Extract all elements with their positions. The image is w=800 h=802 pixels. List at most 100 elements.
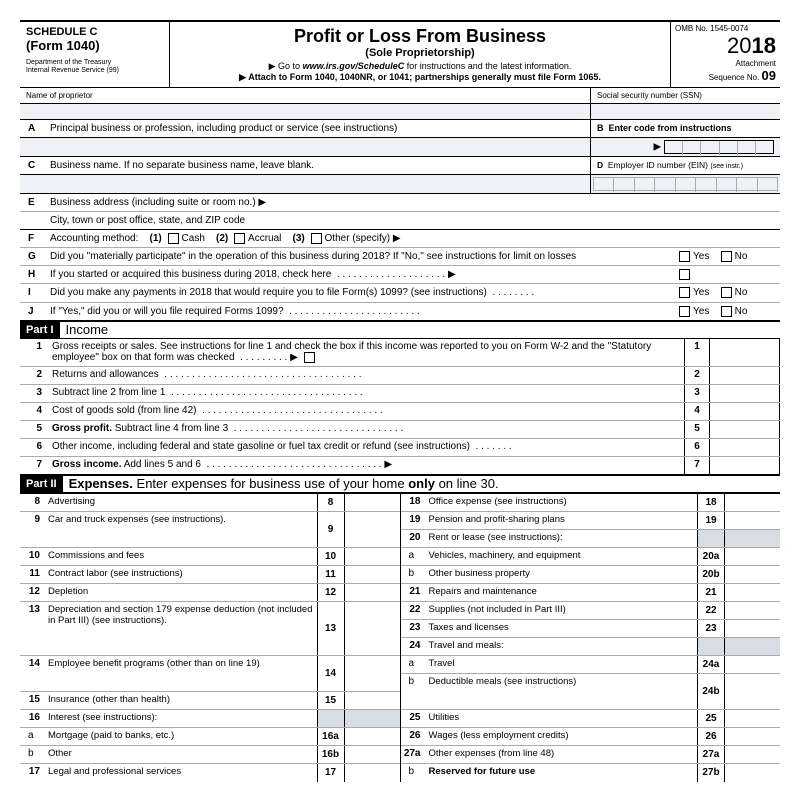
line-1-checkbox[interactable] [304, 352, 315, 363]
g-yes-checkbox[interactable] [679, 251, 690, 262]
expense-line-20a: aVehicles, machinery, and equipment20a [401, 548, 781, 566]
amount-18[interactable] [725, 494, 780, 511]
expense-line-24: 24Travel and meals: [401, 638, 781, 656]
amount-27b[interactable] [725, 764, 780, 782]
amount- [345, 710, 400, 727]
expense-line-18: 18Office expense (see instructions)18 [401, 494, 781, 512]
line-j-text: If "Yes," did you or will you file requi… [44, 303, 670, 320]
ein-input[interactable] [590, 175, 780, 193]
line-7-amount[interactable] [710, 457, 780, 474]
amount-13[interactable] [345, 602, 400, 655]
expense-line-27b: bReserved for future use27b [401, 764, 781, 782]
amount-25[interactable] [725, 710, 780, 727]
line-3-amount[interactable] [710, 385, 780, 402]
schedule-c-form: SCHEDULE C (Form 1040) Department of the… [20, 20, 780, 782]
amount-24b[interactable] [725, 674, 780, 709]
part-2-header: Part II Expenses. Enter expenses for bus… [20, 475, 780, 493]
expense-line-24a: aTravel24a [401, 656, 781, 674]
amount-24a[interactable] [725, 656, 780, 673]
line-3-desc: Subtract line 2 from line 1 . . . . . . … [48, 385, 684, 402]
expense-line-15: 15Insurance (other than health)15 [20, 692, 400, 710]
amount-14[interactable] [345, 656, 400, 691]
amount-17[interactable] [345, 764, 400, 782]
amount-11[interactable] [345, 566, 400, 583]
expense-line-21: 21Repairs and maintenance21 [401, 584, 781, 602]
i-no-checkbox[interactable] [721, 287, 732, 298]
line-5-amount[interactable] [710, 421, 780, 438]
i-yes-checkbox[interactable] [679, 287, 690, 298]
line-4-desc: Cost of goods sold (from line 42) . . . … [48, 403, 684, 420]
amount-26[interactable] [725, 728, 780, 745]
line-i-text: Did you make any payments in 2018 that w… [44, 284, 670, 301]
line-a-input[interactable] [44, 138, 590, 156]
name-proprietor-input[interactable] [20, 104, 590, 119]
expense-line-16: 16Interest (see instructions): [20, 710, 400, 728]
line-a-text: Principal business or profession, includ… [44, 120, 590, 137]
expense-line-16b: bOther16b [20, 746, 400, 764]
expense-line-20: 20Rent or lease (see instructions): [401, 530, 781, 548]
expense-line-19: 19Pension and profit-sharing plans19 [401, 512, 781, 530]
amount-12[interactable] [345, 584, 400, 601]
expense-line-17: 17Legal and professional services17 [20, 764, 400, 782]
line-h-label: H [20, 266, 44, 283]
form-number: (Form 1040) [26, 38, 163, 53]
amount-20b[interactable] [725, 566, 780, 583]
line-1-amount[interactable] [710, 339, 780, 366]
line-c-text: Business name. If no separate business n… [44, 157, 590, 174]
expenses-grid: 8Advertising89Car and truck expenses (se… [20, 493, 780, 782]
line-j-label: J [20, 303, 44, 320]
dept-line-2: Internal Revenue Service (99) [26, 67, 163, 75]
amount-27a[interactable] [725, 746, 780, 763]
j-yes-checkbox[interactable] [679, 306, 690, 317]
h-checkbox[interactable] [679, 269, 690, 280]
expense-line-9: 9Car and truck expenses (see instruction… [20, 512, 400, 548]
amount-16a[interactable] [345, 728, 400, 745]
form-subtitle: (Sole Proprietorship) [178, 47, 662, 59]
expense-line-8: 8Advertising8 [20, 494, 400, 512]
expense-line-26: 26Wages (less employment credits)26 [401, 728, 781, 746]
expense-line-14: 14Employee benefit programs (other than … [20, 656, 400, 692]
amount-8[interactable] [345, 494, 400, 511]
expense-line-20b: bOther business property20b [401, 566, 781, 584]
line-b: B Enter code from instructions [590, 120, 780, 137]
amount-21[interactable] [725, 584, 780, 601]
expense-line-22: 22Supplies (not included in Part III)22 [401, 602, 781, 620]
line-6-desc: Other income, including federal and stat… [48, 439, 684, 456]
other-checkbox[interactable] [311, 233, 322, 244]
line-1-desc: Gross receipts or sales. See instruction… [48, 339, 684, 366]
amount-16b[interactable] [345, 746, 400, 763]
g-no-checkbox[interactable] [721, 251, 732, 262]
form-header: SCHEDULE C (Form 1040) Department of the… [20, 20, 780, 88]
line-e-label: E [20, 194, 44, 211]
goto-line: ▶ Go to www.irs.gov/ScheduleC for instru… [178, 61, 662, 72]
amount-15[interactable] [345, 692, 400, 709]
amount-20a[interactable] [725, 548, 780, 565]
attach-line: ▶ Attach to Form 1040, 1040NR, or 1041; … [178, 72, 662, 83]
amount-19[interactable] [725, 512, 780, 529]
ssn-input[interactable] [590, 104, 780, 119]
line-6-amount[interactable] [710, 439, 780, 456]
accrual-checkbox[interactable] [234, 233, 245, 244]
amount-23[interactable] [725, 620, 780, 637]
expense-line-10: 10Commissions and fees10 [20, 548, 400, 566]
line-c-label: C [20, 157, 44, 174]
line-f: Accounting method: (1) Cash (2) Accrual … [44, 230, 780, 247]
cash-checkbox[interactable] [168, 233, 179, 244]
dept-line-1: Department of the Treasury [26, 59, 163, 67]
line-7-desc: Gross income. Add lines 5 and 6 . . . . … [48, 457, 684, 474]
form-title: Profit or Loss From Business [178, 26, 662, 47]
line-c-input[interactable] [44, 175, 590, 193]
amount-22[interactable] [725, 602, 780, 619]
expense-line-24b: bDeductible meals (see instructions)24b [401, 674, 781, 710]
line-a-label: A [20, 120, 44, 137]
line-e2-text: City, town or post office, state, and ZI… [44, 212, 780, 229]
line-4-amount[interactable] [710, 403, 780, 420]
line-f-label: F [20, 230, 44, 247]
ssn-label: Social security number (SSN) [590, 88, 780, 103]
line-2-amount[interactable] [710, 367, 780, 384]
code-input[interactable]: ▶ [590, 138, 780, 156]
amount-10[interactable] [345, 548, 400, 565]
expense-line-23: 23Taxes and licenses23 [401, 620, 781, 638]
j-no-checkbox[interactable] [721, 306, 732, 317]
amount-9[interactable] [345, 512, 400, 547]
